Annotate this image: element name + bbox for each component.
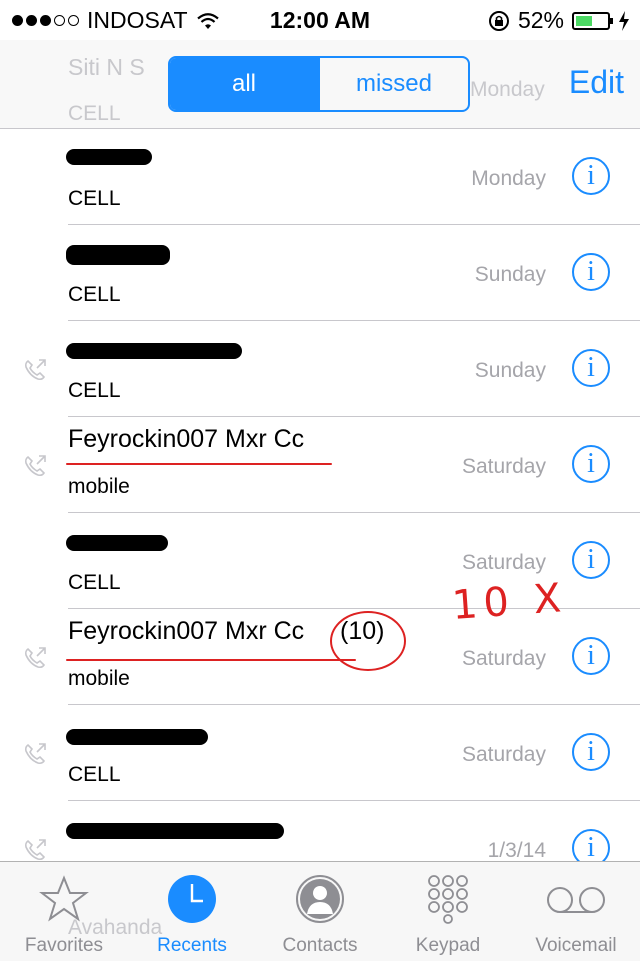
tab-label: Contacts — [282, 935, 358, 956]
contact-name: Feyrockin007 Mxr Cc — [68, 425, 305, 453]
edit-button[interactable]: Edit — [569, 64, 624, 101]
call-day: 1/3/14 — [487, 839, 546, 861]
outgoing-call-icon — [24, 647, 46, 669]
tab-label: Keypad — [415, 935, 481, 956]
redacted-name — [66, 343, 242, 359]
redacted-name — [66, 535, 168, 551]
behind-day: Monday — [470, 78, 545, 101]
info-button[interactable]: i — [572, 157, 610, 195]
call-type: CELL — [68, 283, 121, 306]
call-day: Sunday — [474, 359, 546, 382]
behind-name: Siti N S — [68, 54, 145, 80]
call-type: mobile — [68, 475, 130, 498]
tab-label: Favorites — [24, 935, 104, 956]
call-type: CELL — [68, 187, 121, 210]
segment-all[interactable]: all — [170, 58, 318, 110]
red-circle-annotation — [330, 611, 406, 671]
status-right: 52% — [488, 7, 630, 34]
info-button[interactable]: i — [572, 445, 610, 483]
call-row[interactable]: CELL Monday i — [0, 129, 640, 225]
voicemail-icon — [547, 887, 605, 913]
red-underline-annotation — [66, 659, 356, 661]
call-day: Saturday — [461, 551, 546, 574]
info-button[interactable]: i — [572, 253, 610, 291]
status-bar: INDOSAT 12:00 AM 52% — [0, 0, 640, 40]
call-row[interactable]: CELL Saturday i — [0, 705, 640, 801]
call-type: CELL — [68, 763, 121, 786]
keypad-icon — [428, 875, 468, 924]
redacted-name — [66, 823, 284, 839]
tab-favorites[interactable]: Favorites — [0, 862, 128, 961]
redacted-name — [66, 245, 170, 265]
info-button[interactable]: i — [572, 541, 610, 579]
call-type: CELL — [68, 571, 121, 594]
redacted-name — [66, 149, 152, 165]
tab-voicemail[interactable]: Voicemail — [512, 862, 640, 961]
info-button[interactable]: i — [572, 637, 610, 675]
call-day: Saturday — [461, 647, 546, 670]
battery-percent: 52% — [517, 7, 564, 33]
clock-icon — [168, 875, 216, 923]
call-row[interactable]: CELL Sunday i — [0, 321, 640, 417]
tab-contacts[interactable]: Contacts — [256, 862, 384, 961]
segment-missed[interactable]: missed — [318, 58, 468, 110]
nav-bar: Siti N S CELL Monday all missed Edit — [0, 40, 640, 129]
behind-type: CELL — [68, 102, 121, 125]
star-icon — [39, 875, 89, 922]
call-type: CELL — [68, 379, 121, 402]
info-button[interactable]: i — [572, 829, 610, 861]
recents-list[interactable]: CELL Monday i CELL Sunday i CELL Sunday … — [0, 129, 640, 861]
info-button[interactable]: i — [572, 733, 610, 771]
call-day: Monday — [471, 167, 546, 190]
call-row[interactable]: Feyrockin007 Mxr Cc mobile Saturday i — [0, 417, 640, 513]
battery-icon — [572, 11, 613, 30]
tab-label: Voicemail — [535, 935, 617, 956]
redacted-name — [66, 729, 208, 745]
call-row[interactable]: CELL Sunday i — [0, 225, 640, 321]
tab-keypad[interactable]: Keypad — [384, 862, 512, 961]
person-icon — [296, 875, 344, 923]
call-type: mobile — [68, 667, 130, 690]
handwritten-annotation: 10 X — [450, 575, 569, 629]
outgoing-call-icon — [24, 743, 46, 765]
call-row[interactable]: CELL 1/3/14 i — [0, 801, 640, 861]
tab-label: Recents — [157, 935, 227, 956]
call-day: Saturday — [461, 455, 546, 478]
call-day: Sunday — [474, 263, 546, 286]
call-day: Saturday — [461, 743, 546, 766]
info-button[interactable]: i — [572, 349, 610, 387]
charging-bolt-icon — [619, 10, 629, 31]
contact-name: Feyrockin007 Mxr Cc — [68, 617, 305, 645]
tab-recents[interactable]: Recents — [128, 862, 256, 961]
calls-filter-segmented-control: all missed — [168, 56, 470, 112]
rotation-lock-icon — [488, 10, 509, 31]
outgoing-call-icon — [24, 359, 46, 381]
outgoing-call-icon — [24, 455, 46, 477]
call-row[interactable]: 10 X Feyrockin007 Mxr Cc (10) mobile Sat… — [0, 575, 640, 705]
tab-bar: Avahanda Favorites Recents Contacts Keyp… — [0, 861, 640, 961]
outgoing-call-icon — [24, 839, 46, 861]
red-underline-annotation — [66, 463, 332, 465]
